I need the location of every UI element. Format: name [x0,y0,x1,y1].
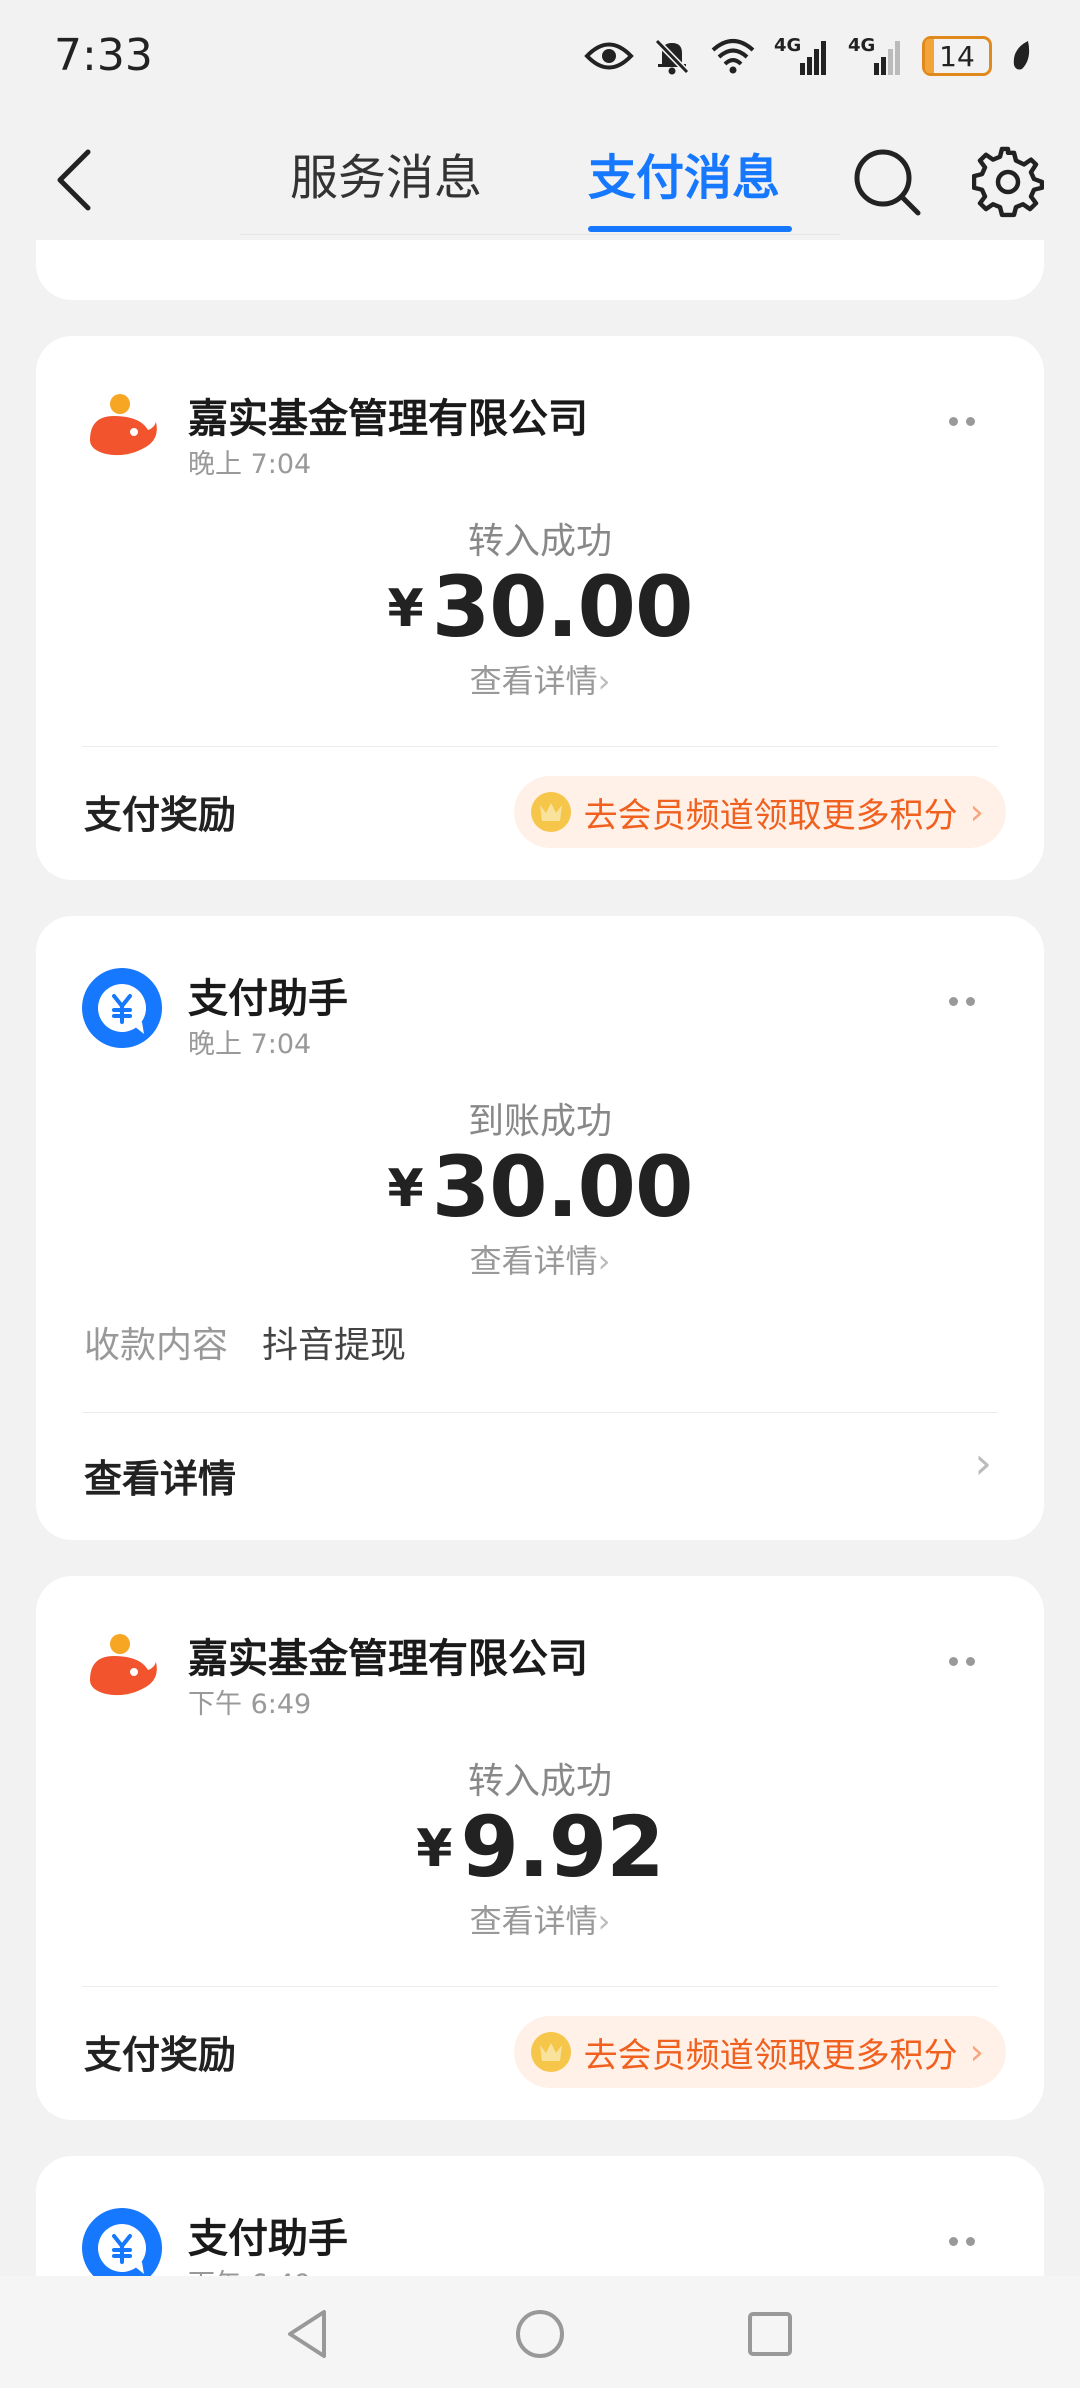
chevron-right-icon: › [969,791,984,833]
message-time: 下午 6:49 [188,1689,312,1720]
chevron-right-icon: › [974,1438,992,1489]
app-header: 服务消息 支付消息 [0,110,1080,240]
member-points-label: 去会员频道领取更多积分 [583,795,958,836]
tab-service-messages[interactable]: 服务消息 [290,138,482,248]
payment-status: 转入成功 [467,521,612,562]
dot-icon [949,1656,958,1666]
payment-amount: ¥30.00 [36,558,1044,656]
gear-icon [971,146,1045,218]
system-nav-bar [0,2276,1080,2388]
currency-symbol: ¥ [387,579,424,639]
active-tab-indicator [588,226,792,232]
crown-coin-icon [530,2032,571,2072]
payment-assistant-logo-icon [82,2208,162,2276]
payment-card[interactable]: 支付助手 晚上 7:04 到账成功 ¥30.00 查看详情› 收款内容 抖音提现… [36,916,1044,1540]
signal-bars-icon [874,41,900,75]
view-details-label: 查看详情 [469,1902,598,1940]
view-details-link[interactable]: 查看详情› [36,1896,1044,1942]
card-divider [82,1986,998,1987]
battery-level: 14 [939,39,975,73]
merchant-name: 支付助手 [188,976,348,1022]
member-points-button[interactable]: 去会员频道领取更多积分 › [513,776,1006,848]
nav-home-circle-icon[interactable] [512,2306,568,2362]
card-divider [82,746,998,747]
dot-icon [966,1656,975,1666]
payment-assistant-logo-icon [82,968,162,1048]
more-options-button[interactable] [932,986,992,1016]
more-options-button[interactable] [932,1646,992,1676]
chevron-right-icon: › [969,2031,984,2073]
amount-value: 30.00 [431,1138,694,1236]
dot-icon [949,996,958,1006]
payment-card[interactable]: 嘉实基金管理有限公司 晚上 7:04 转入成功 ¥30.00 查看详情› 支付奖… [36,336,1044,880]
dot-icon [966,2236,975,2246]
chevron-right-icon: › [597,662,611,700]
payment-card[interactable]: 支付助手 下午 6:49 [36,2156,1044,2276]
payment-status: 转入成功 [467,1761,612,1802]
chevron-right-icon: › [597,1902,611,1940]
status-bar: 7:33 4G 4G 14 [0,0,1080,110]
more-options-button[interactable] [932,406,992,436]
status-icons: 4G 4G 14 [584,30,1032,82]
card-header: 嘉实基金管理有限公司 晚上 7:04 [82,386,1002,480]
search-icon [854,149,921,216]
more-options-button[interactable] [932,2226,992,2256]
back-button[interactable] [44,145,104,215]
wifi-icon [711,39,755,74]
tab-bar-divider [240,234,840,235]
currency-symbol: ¥ [416,1819,453,1879]
message-time: 晚上 7:04 [188,1029,312,1060]
payment-amount: ¥30.00 [36,1138,1044,1236]
view-details-row[interactable]: 查看详情 [84,1448,236,1503]
chevron-left-icon [57,149,91,211]
signal-2: 4G [848,35,904,77]
merchant-name: 嘉实基金管理有限公司 [188,1636,588,1682]
card-partial-top [36,240,1044,300]
payment-card[interactable]: 嘉实基金管理有限公司 下午 6:49 转入成功 ¥9.92 查看详情› 支付奖励… [36,1576,1044,2120]
bell-off-icon [654,38,690,75]
settings-button[interactable] [971,146,1045,218]
payment-reward-label: 支付奖励 [84,793,237,837]
nav-recents-square-icon[interactable] [742,2306,798,2362]
nav-back-triangle-icon[interactable] [280,2306,336,2362]
eye-icon [584,42,634,70]
status-time: 7:33 [54,30,153,81]
view-details-link[interactable]: 查看详情› [36,1236,1044,1282]
payment-amount: ¥9.92 [36,1798,1044,1896]
amount-value: 9.92 [460,1798,664,1896]
view-details-link[interactable]: 查看详情› [36,656,1044,702]
view-details-label: 查看详情 [469,662,598,700]
merchant-name: 嘉实基金管理有限公司 [188,396,588,442]
merchant-name: 支付助手 [188,2216,348,2262]
dot-icon [949,2236,958,2246]
jiashi-fund-logo-icon [82,1628,162,1708]
member-points-button[interactable]: 去会员频道领取更多积分 › [513,2016,1006,2088]
search-button[interactable] [850,145,924,219]
battery-icon: 14 [922,36,992,76]
card-header: 支付助手 晚上 7:04 [82,966,1002,1060]
payment-status: 到账成功 [467,1101,612,1142]
receipt-content-label: 收款内容 [84,1325,229,1366]
amount-value: 30.00 [431,558,694,656]
leaf-icon [1013,41,1030,70]
signal-bars-icon [800,41,826,75]
receipt-content-value: 抖音提现 [262,1325,407,1366]
message-time: 下午 6:49 [188,2262,311,2276]
message-time: 晚上 7:04 [188,449,312,480]
view-details-label: 查看详情 [469,1242,598,1280]
chevron-right-icon: › [597,1242,611,1280]
dot-icon [966,416,975,426]
card-divider [82,1412,998,1413]
message-list[interactable]: 嘉实基金管理有限公司 晚上 7:04 转入成功 ¥30.00 查看详情› 支付奖… [0,240,1080,2276]
signal-1: 4G [774,35,830,77]
jiashi-fund-logo-icon [82,388,162,468]
member-points-label: 去会员频道领取更多积分 [583,2035,958,2076]
dot-icon [949,416,958,426]
currency-symbol: ¥ [387,1159,424,1219]
card-header: 嘉实基金管理有限公司 下午 6:49 [82,1626,1002,1720]
card-header: 支付助手 下午 6:49 [82,2206,1002,2276]
dot-icon [966,996,975,1006]
crown-coin-icon [530,792,571,832]
payment-reward-label: 支付奖励 [84,2033,237,2077]
